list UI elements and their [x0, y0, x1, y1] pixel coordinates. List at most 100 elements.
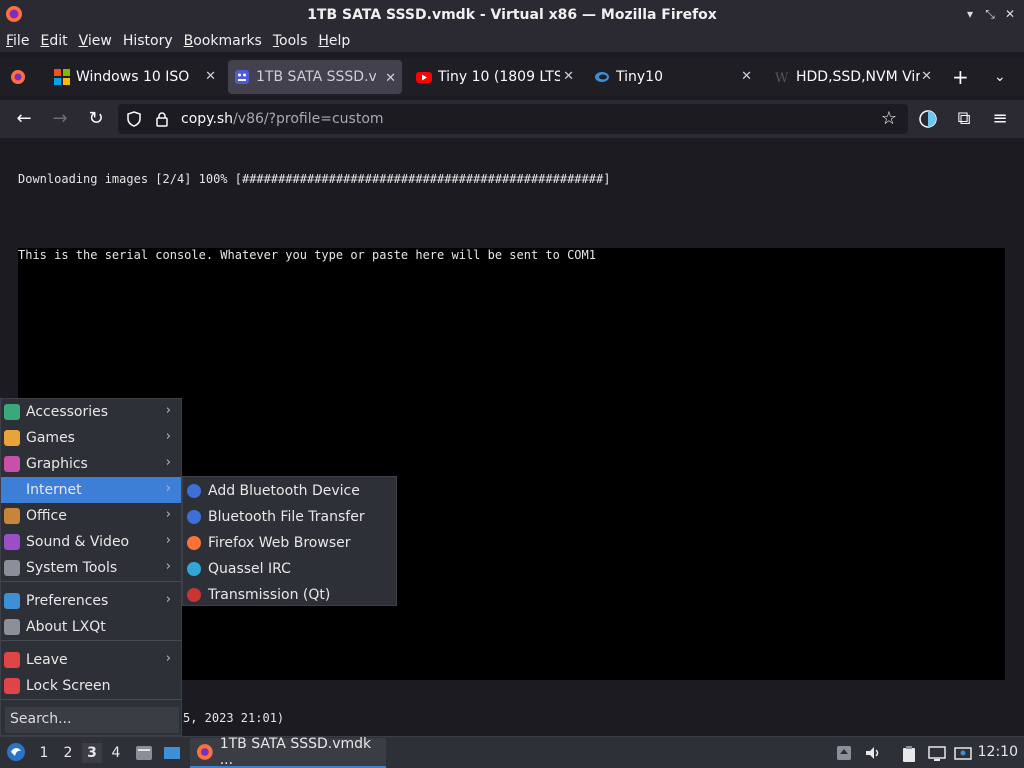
internet-icon: [4, 482, 20, 498]
lxqt-main-menu: Accessories › Games › Graphics › Internet › Offi…: [0, 398, 182, 736]
workspace-2[interactable]: 2: [58, 743, 78, 763]
menu-item-games[interactable]: Games ›: [1, 425, 181, 451]
submenu-item-bluetooth-file-transfer[interactable]: Bluetooth File Transfer: [183, 504, 396, 530]
network-icon[interactable]: [954, 745, 972, 763]
puzzle-icon: ⧉: [957, 108, 971, 129]
submenu-item-transmission-qt-[interactable]: Transmission (Qt): [183, 582, 396, 608]
menu-item-sound-video[interactable]: Sound & Video ›: [1, 529, 181, 555]
chevron-right-icon: ›: [165, 559, 171, 574]
volume-icon[interactable]: [864, 745, 880, 761]
menu-separator: [1, 581, 181, 582]
serial-console-text: This is the serial console. Whatever you…: [18, 248, 596, 262]
task-label: 1TB SATA SSSD.vmdk ...: [219, 736, 372, 768]
shield-icon[interactable]: [126, 111, 142, 127]
close-tab-icon[interactable]: ✕: [563, 69, 574, 84]
chevron-down-icon: ⌄: [994, 69, 1006, 85]
internet-submenu: Add Bluetooth Device Bluetooth File Trans…: [182, 476, 397, 606]
close-tab-icon[interactable]: ✕: [205, 69, 216, 84]
menu-item-accessories[interactable]: Accessories ›: [1, 399, 181, 425]
lock-icon[interactable]: [154, 111, 170, 127]
list-all-tabs-button[interactable]: ⌄: [994, 58, 1014, 96]
close-tab-icon[interactable]: ✕: [741, 69, 752, 84]
window-titlebar: 1TB SATA SSSD.vmdk - Virtual x86 — Mozil…: [0, 0, 1024, 30]
tab-bar: Windows 10 ISO ✕ 1TB SATA SSSD.vmdk ✕ Ti…: [0, 58, 1024, 96]
close-tab-icon[interactable]: ✕: [921, 69, 932, 84]
close-window-button[interactable]: ✕: [1002, 6, 1018, 22]
submenu-item-quassel-irc[interactable]: Quassel IRC: [183, 556, 396, 582]
submenu-item-label: Quassel IRC: [208, 561, 291, 577]
taskbar-firefox-window[interactable]: 1TB SATA SSSD.vmdk ...: [190, 736, 386, 768]
file-manager-icon[interactable]: [134, 743, 154, 763]
submenu-item-add-bluetooth-device[interactable]: Add Bluetooth Device: [183, 478, 396, 504]
clipboard-icon[interactable]: [900, 745, 918, 763]
bluetooth-icon: [187, 484, 201, 498]
power-icon: [4, 652, 20, 668]
preferences-icon: [4, 593, 20, 609]
star-icon: ☆: [880, 108, 898, 129]
minimize-button[interactable]: ▾: [962, 6, 978, 22]
menu-search-input[interactable]: Search...: [5, 707, 179, 733]
hamburger-icon: ≡: [992, 108, 1008, 129]
maximize-button[interactable]: ⤡: [982, 6, 998, 22]
tab-hdd-ssd-nvm[interactable]: W HDD,SSD,NVM Virtual ✕: [768, 58, 938, 96]
tab-tiny10[interactable]: Tiny10 ✕: [588, 58, 758, 96]
reload-button[interactable]: ↻: [84, 107, 108, 131]
menu-item-graphics[interactable]: Graphics ›: [1, 451, 181, 477]
lxqt-start-menu-icon[interactable]: [6, 742, 26, 762]
bookmark-star-button[interactable]: ☆: [877, 107, 901, 131]
menu-item-label: Leave: [26, 652, 68, 668]
menu-item-system-tools[interactable]: System Tools ›: [1, 555, 181, 581]
menu-item-preferences[interactable]: Preferences ›: [1, 588, 181, 614]
menu-item-label: About LXQt: [26, 619, 106, 635]
menu-edit[interactable]: Edit: [40, 33, 67, 49]
graphics-icon: [4, 456, 20, 472]
dark-reader-icon[interactable]: [918, 109, 938, 129]
menu-view[interactable]: View: [79, 33, 112, 49]
new-tab-button[interactable]: +: [952, 58, 976, 96]
edge-icon: [595, 72, 609, 82]
close-tab-icon[interactable]: ✕: [385, 71, 396, 86]
menu-bookmarks[interactable]: Bookmarks: [184, 33, 262, 49]
workspace-4[interactable]: 4: [106, 743, 126, 763]
menu-item-office[interactable]: Office ›: [1, 503, 181, 529]
extensions-button[interactable]: ⧉: [952, 107, 976, 131]
upload-icon[interactable]: [836, 745, 852, 761]
menu-item-label: Games: [26, 430, 75, 446]
menu-item-label: System Tools: [26, 560, 118, 576]
chevron-right-icon: ›: [165, 507, 171, 522]
tab-1tb-sata-sssd[interactable]: 1TB SATA SSSD.vmdk ✕: [228, 60, 402, 94]
submenu-item-label: Bluetooth File Transfer: [208, 509, 365, 525]
firefox-icon: [6, 6, 22, 22]
chevron-right-icon: ›: [165, 481, 171, 496]
display-icon[interactable]: [928, 745, 946, 763]
url-text[interactable]: copy.sh/v86/?profile=custom: [181, 111, 384, 127]
menu-item-label: Lock Screen: [26, 678, 111, 694]
menu-help[interactable]: Help: [318, 33, 350, 49]
url-bar[interactable]: copy.sh/v86/?profile=custom: [118, 104, 908, 134]
workspace-3[interactable]: 3: [82, 743, 102, 763]
firefox-view-button[interactable]: [10, 58, 40, 96]
clock[interactable]: 12:10: [978, 744, 1018, 760]
menu-item-internet[interactable]: Internet ›: [1, 477, 181, 503]
app-menu-button[interactable]: ≡: [988, 107, 1012, 131]
menu-item-label: Accessories: [26, 404, 109, 420]
menu-item-lock-screen[interactable]: Lock Screen: [1, 673, 181, 699]
menu-item-label: Graphics: [26, 456, 88, 472]
workspace-1[interactable]: 1: [34, 743, 54, 763]
submenu-item-firefox-web-browser[interactable]: Firefox Web Browser: [183, 530, 396, 556]
chevron-right-icon: ›: [165, 403, 171, 418]
menu-file[interactable]: File: [6, 33, 29, 49]
tab-tiny10-youtube[interactable]: Tiny 10 (1809 LTSC ✕: [410, 58, 580, 96]
menu-item-label: Sound & Video: [26, 534, 130, 550]
menu-item-about-lxqt[interactable]: About LXQt: [1, 614, 181, 640]
tab-windows-10-iso[interactable]: Windows 10 ISO ✕: [50, 58, 222, 96]
show-desktop-icon[interactable]: [162, 743, 182, 763]
forward-button[interactable]: →: [48, 107, 72, 131]
back-button[interactable]: ←: [12, 107, 36, 131]
window-title: 1TB SATA SSSD.vmdk - Virtual x86 — Mozil…: [307, 7, 717, 23]
status-text: 5, 2023 21:01): [183, 711, 285, 725]
menu-tools[interactable]: Tools: [273, 33, 308, 49]
chevron-right-icon: ›: [165, 592, 171, 607]
menu-item-leave[interactable]: Leave ›: [1, 647, 181, 673]
menu-history[interactable]: History: [123, 33, 173, 49]
